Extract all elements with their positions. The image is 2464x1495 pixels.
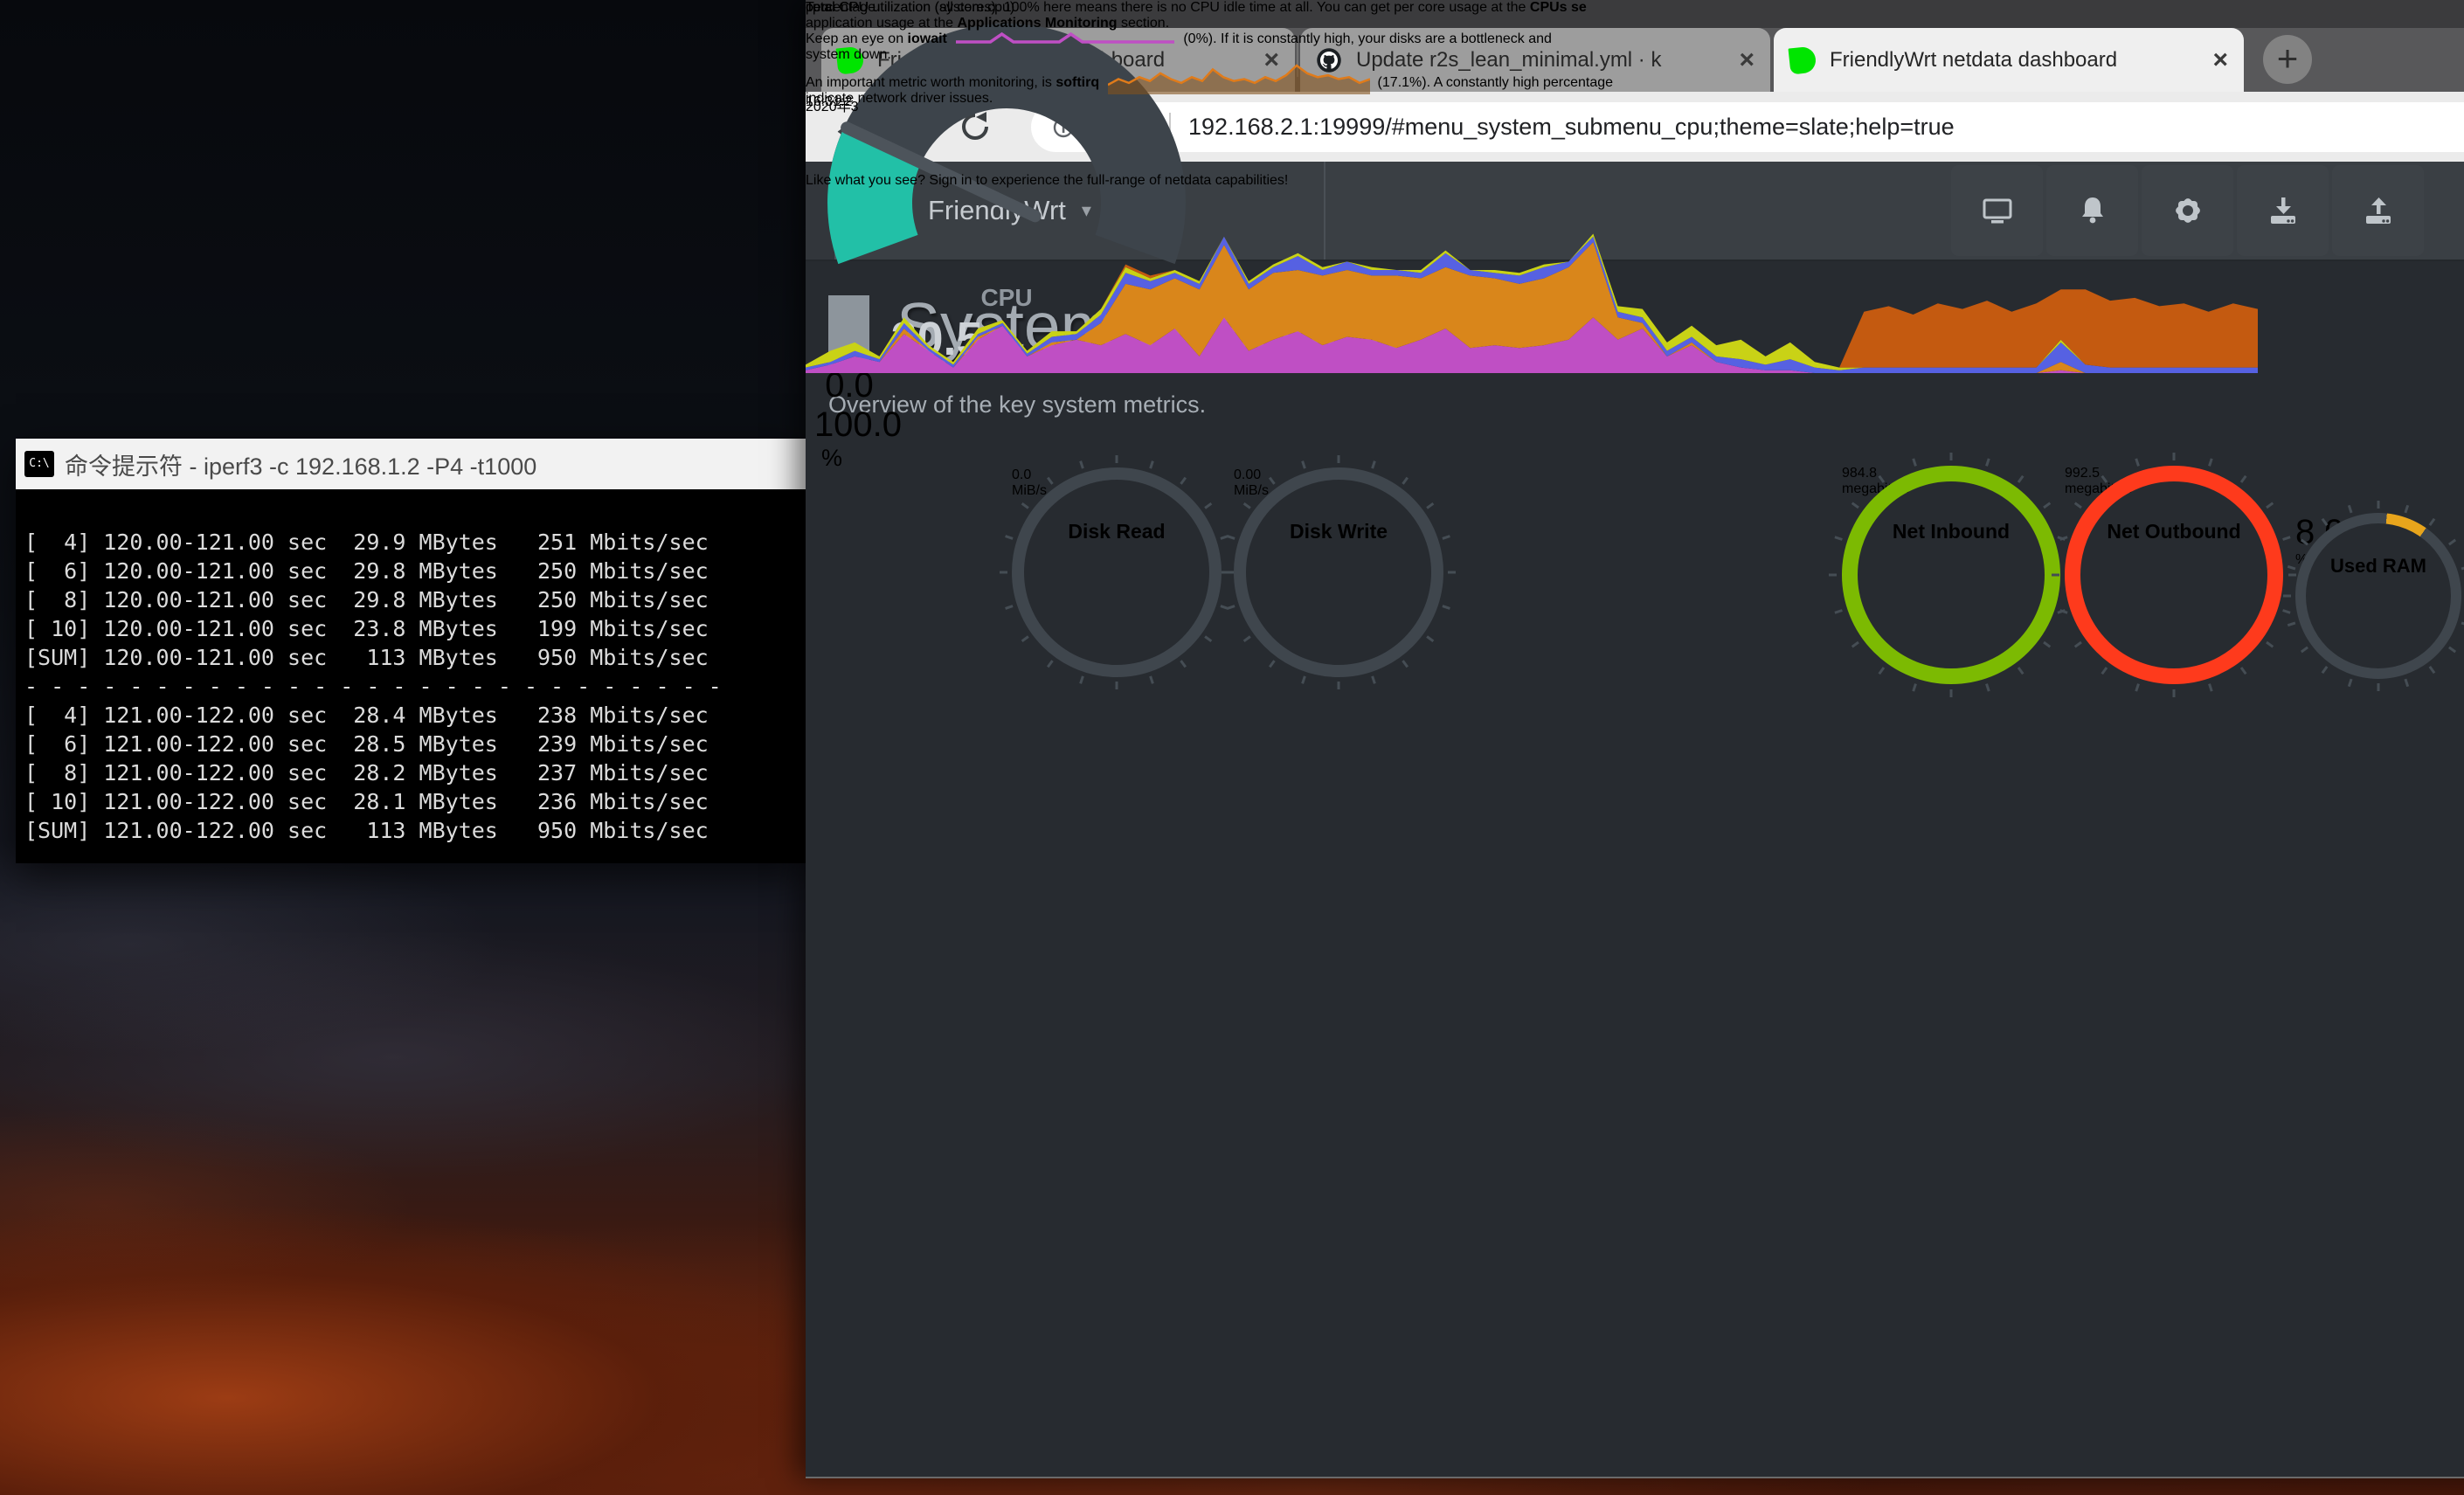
netdata-favicon <box>1789 45 1817 74</box>
browser-window: FriendlyWrt netdata dashboard × Update r… <box>806 0 2464 1478</box>
paragraph-line: application usage at the Applications Mo… <box>806 16 1613 31</box>
tab-close-icon[interactable]: × <box>1739 47 1755 73</box>
signin-banner: Like what you see? Sign in to experience… <box>806 173 1288 189</box>
terminal-line: [SUM] 121.00-122.00 sec 113 MBytes 950 M… <box>16 816 806 845</box>
new-tab-button[interactable]: + <box>2263 35 2312 84</box>
terminal-line: [ 6] 121.00-122.00 sec 28.5 MBytes 239 M… <box>16 730 806 758</box>
terminal-line: [ 6] 120.00-121.00 sec 29.8 MBytes 250 M… <box>16 557 806 585</box>
text: %). If it is constantly high, your disks… <box>1196 31 1552 46</box>
terminal-title: 命令提示符 - iperf3 -c 192.168.1.2 -P4 -t1000 <box>65 447 536 481</box>
iowait-sparkline <box>956 31 1174 44</box>
terminal-window[interactable]: C:\ 命令提示符 - iperf3 -c 192.168.1.2 -P4 -t… <box>16 439 806 863</box>
terminal-line: [ 4] 120.00-121.00 sec 29.9 MBytes 251 M… <box>16 528 806 557</box>
iowait-value: 0 <box>1188 31 1196 46</box>
terminal-titlebar[interactable]: C:\ 命令提示符 - iperf3 -c 192.168.1.2 -P4 -t… <box>16 439 806 489</box>
softirq-sparkline <box>1108 63 1370 94</box>
cmd-icon: C:\ <box>24 451 54 477</box>
terminal-separator: - - - - - - - - - - - - - - - - - - - - … <box>16 672 806 701</box>
softirq-value: 17.1 <box>1382 75 1409 90</box>
terminal-line: [ 8] 121.00-122.00 sec 28.2 MBytes 237 M… <box>16 758 806 787</box>
text: %). A constantly high percentage <box>1409 75 1613 90</box>
gauge-disk-read[interactable]: Disk Read 0.0 MiB/s <box>1012 467 1222 677</box>
gauge-title: Disk Write <box>1234 520 1443 543</box>
export-button[interactable] <box>2332 165 2424 256</box>
terminal-line: [ 4] 121.00-122.00 sec 28.4 MBytes 238 M… <box>16 701 806 730</box>
text: ( <box>1180 31 1188 46</box>
softirq-label: softirq <box>1056 75 1099 90</box>
upload-icon <box>2362 195 2395 226</box>
tab-close-icon[interactable]: × <box>2212 47 2228 73</box>
gauge-max: 100.0 <box>806 405 910 445</box>
terminal-line: [ 10] 120.00-121.00 sec 23.8 MBytes 199 … <box>16 614 806 643</box>
sign-in-link[interactable]: Sign in <box>929 173 972 188</box>
gauge-disk-write[interactable]: Disk Write 0.00 MiB/s <box>1234 467 1443 677</box>
desktop: C:\ 命令提示符 - iperf3 -c 192.168.1.2 -P4 -t… <box>0 0 2464 1495</box>
text: system down. <box>806 47 891 62</box>
paragraph-line: Keep an eye on iowait (0%). If it is con… <box>806 31 1613 47</box>
tab-netdata-2-active[interactable]: FriendlyWrt netdata dashboard × <box>1774 28 2244 92</box>
chart-ylabel: percentage <box>806 0 876 16</box>
text: Keep an eye on <box>806 31 908 46</box>
chart-time: 16:31:2 <box>806 94 852 110</box>
gauge-title: Net Outbound <box>2065 520 2283 543</box>
cpus-link[interactable]: CPUs se <box>1530 0 1587 15</box>
terminal-line: [SUM] 120.00-121.00 sec 113 MBytes 950 M… <box>16 643 806 672</box>
gauge-title: Net Inbound <box>1842 520 2060 543</box>
text: ( <box>1374 75 1382 90</box>
gauge-title: Used RAM <box>2295 555 2461 578</box>
download-icon <box>2267 195 2300 226</box>
gauge-net-inbound[interactable]: Net Inbound 984.8 megabits/s <box>1842 466 2060 684</box>
iowait-label: iowait <box>908 31 947 46</box>
banner-text: to experience the full-range of netdata … <box>972 173 1288 188</box>
terminal-line: [ 8] 120.00-121.00 sec 29.8 MBytes 250 M… <box>16 585 806 614</box>
applications-monitoring-link[interactable]: Applications Monitoring <box>957 16 1117 31</box>
gauge-used-ram[interactable]: Used RAM 8.09 % <box>2295 513 2461 679</box>
terminal-line: [ 10] 121.00-122.00 sec 28.1 MBytes 236 … <box>16 787 806 816</box>
text: section. <box>1118 16 1170 31</box>
tab-label: FriendlyWrt netdata dashboard <box>1830 48 2200 73</box>
gauge-unit: % <box>806 445 858 472</box>
paragraph-line: An important metric worth monitoring, is… <box>806 63 1613 91</box>
paragraph-line: system down. <box>806 47 1613 63</box>
text: application usage at the <box>806 16 957 31</box>
banner-text: Like what you see? <box>806 173 929 188</box>
gauge-title: Disk Read <box>1012 520 1222 543</box>
terminal-output: [ 4] 120.00-121.00 sec 29.9 MBytes 251 M… <box>16 489 806 863</box>
gauge-net-outbound[interactable]: Net Outbound 992.5 megabits/s <box>2065 466 2283 684</box>
cpu-description: Total CPU utilization (all cores). 100% … <box>806 0 1613 107</box>
text: An important metric worth monitoring, is <box>806 75 1056 90</box>
